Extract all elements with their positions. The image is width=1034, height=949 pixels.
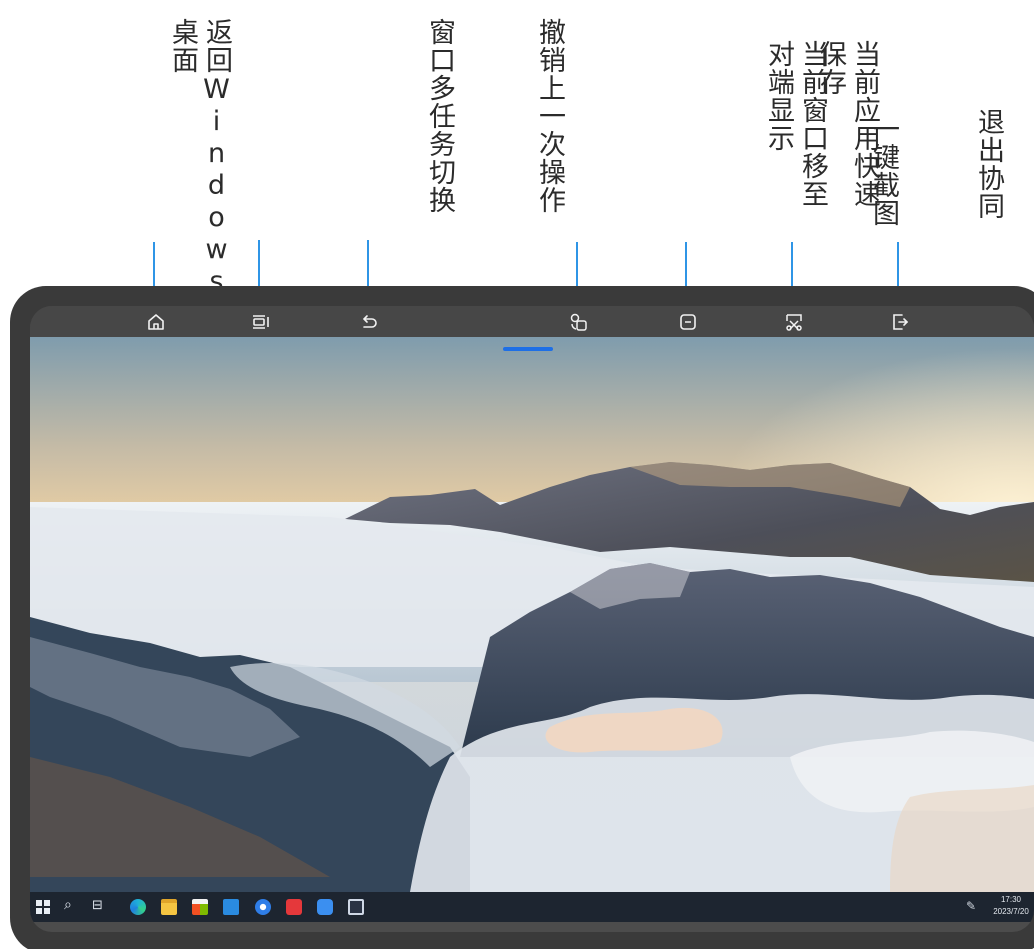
home-icon[interactable] <box>146 312 166 332</box>
window-transfer-icon[interactable] <box>569 312 589 332</box>
callout-screenshot: 一键截图 <box>778 115 899 227</box>
callout-text: 桌面 <box>167 18 198 74</box>
exit-icon[interactable] <box>890 312 910 332</box>
callout-back-to-desktop: 返回Windows 桌面 <box>107 18 232 298</box>
clock-date: 2023/7/20 <box>993 907 1029 916</box>
app-red-icon[interactable] <box>286 899 302 915</box>
task-view-icon[interactable]: ⊟ <box>92 898 103 913</box>
microsoft-store-icon[interactable] <box>192 899 208 915</box>
onedrive-icon[interactable] <box>317 899 333 915</box>
edge-icon[interactable] <box>130 899 146 915</box>
save-icon[interactable] <box>678 312 698 332</box>
mountain-sea-of-clouds-wallpaper <box>30 337 1034 892</box>
collaboration-app-icon[interactable] <box>348 899 364 915</box>
callout-text: 退出协同 <box>973 108 1004 220</box>
clock-time: 17:30 <box>1000 895 1022 904</box>
pen-icon[interactable]: ✎ <box>966 899 976 913</box>
search-icon[interactable]: ⌕ <box>64 897 72 913</box>
drag-handle[interactable] <box>503 347 553 351</box>
undo-icon[interactable] <box>360 312 380 332</box>
windows-start-icon[interactable] <box>36 900 50 914</box>
screenshot-icon[interactable] <box>784 312 804 332</box>
callout-text: 保存 <box>815 40 846 96</box>
windows-desktop[interactable] <box>30 337 1034 892</box>
collaboration-toolbar <box>30 306 1034 337</box>
tablet-screen: ⌕ ⊟ ✎ 17:30 2023/7/20 <box>30 306 1034 932</box>
file-explorer-icon[interactable] <box>161 899 177 915</box>
mail-icon[interactable] <box>223 899 239 915</box>
windows-taskbar: ⌕ ⊟ ✎ 17:30 2023/7/20 <box>30 892 1034 922</box>
app-blue-circle-icon[interactable] <box>255 899 271 915</box>
callout-exit: 退出协同 <box>883 108 1004 220</box>
callout-text: 返回Windows <box>201 18 232 298</box>
task-switch-icon[interactable] <box>251 312 271 332</box>
taskbar-clock[interactable]: 17:30 2023/7/20 <box>987 894 1034 918</box>
tablet-device-frame: ⌕ ⊟ ✎ 17:30 2023/7/20 <box>10 286 1034 949</box>
